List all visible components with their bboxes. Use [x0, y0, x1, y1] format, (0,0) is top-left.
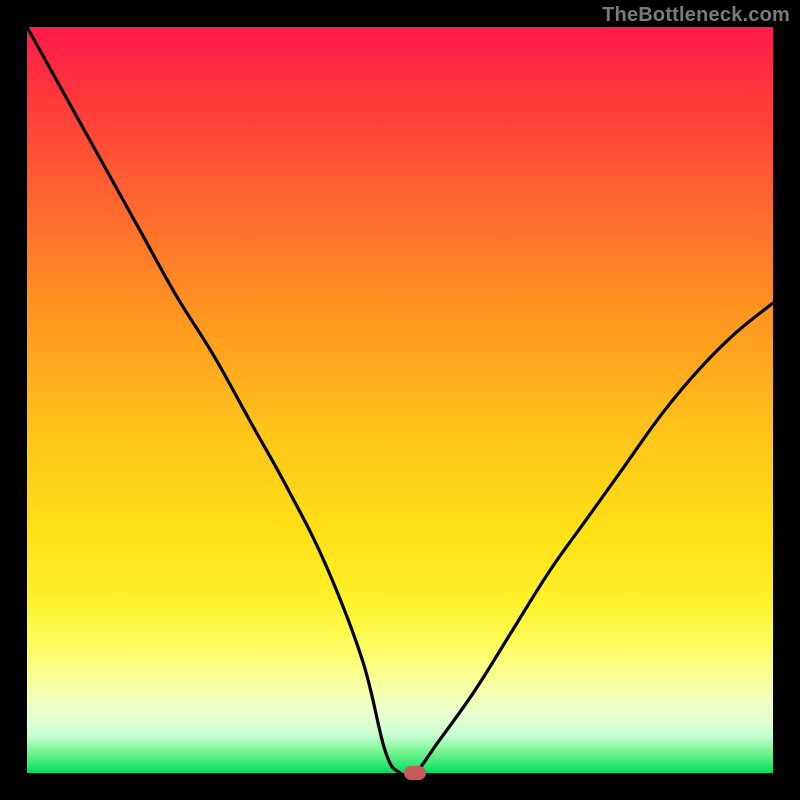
plot-area	[27, 27, 773, 773]
minimum-marker	[404, 766, 426, 780]
chart-frame: TheBottleneck.com	[0, 0, 800, 800]
bottleneck-curve	[27, 27, 773, 773]
watermark-text: TheBottleneck.com	[602, 4, 790, 27]
